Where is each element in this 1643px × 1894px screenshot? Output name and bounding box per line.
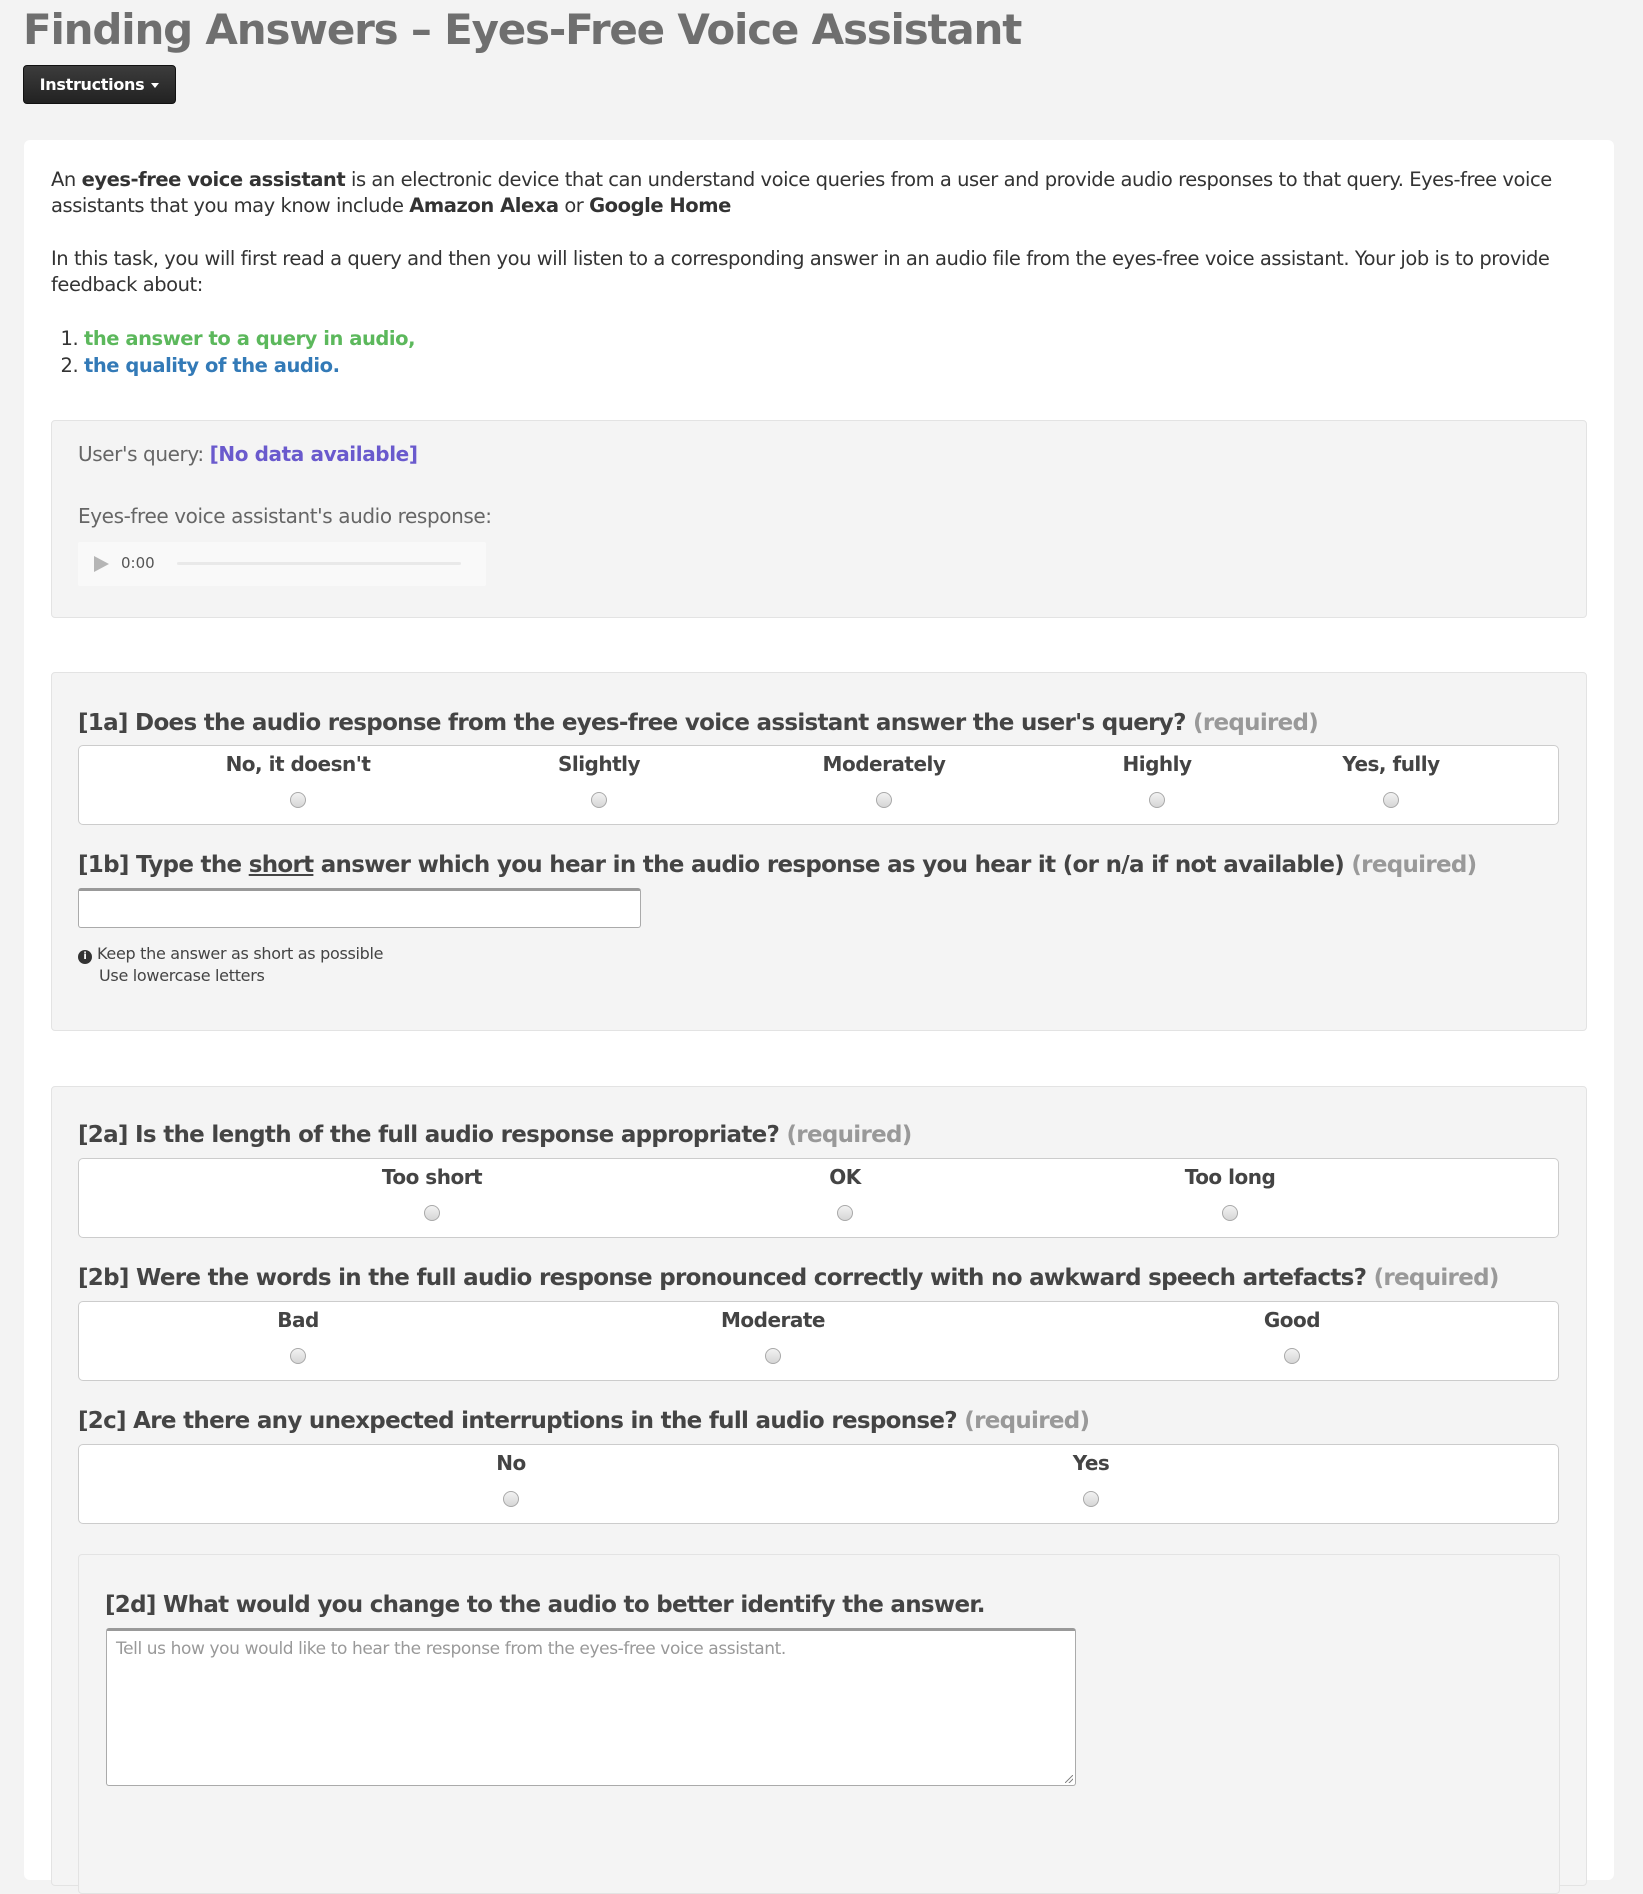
radio-no-it-doesnt[interactable] xyxy=(290,792,306,808)
question-1b-text-post: answer which you hear in the audio respo… xyxy=(313,852,1345,878)
option-slightly[interactable]: Slightly xyxy=(517,746,681,824)
question-2a-text: [2a] Is the length of the full audio res… xyxy=(78,1122,780,1148)
radio-slightly[interactable] xyxy=(591,792,607,808)
page-title: Finding Answers – Eyes-Free Voice Assist… xyxy=(23,5,1022,54)
question-2b-heading: [2b] Were the words in the full audio re… xyxy=(78,1265,1499,1291)
option-highly[interactable]: Highly xyxy=(1087,746,1227,824)
required-label: (required) xyxy=(964,1408,1090,1434)
required-label: (required) xyxy=(1373,1265,1500,1291)
option-label: Yes, fully xyxy=(1342,752,1440,776)
audio-player: 0:00 xyxy=(78,542,486,586)
instructions-dropdown-button[interactable]: Instructions xyxy=(23,65,176,104)
resize-handle-icon[interactable] xyxy=(1065,1775,1073,1783)
short-answer-input[interactable] xyxy=(78,888,641,928)
question-1a-options: No, it doesn't Slightly Moderately Highl… xyxy=(78,745,1559,825)
play-icon[interactable] xyxy=(94,556,109,572)
option-label: Too long xyxy=(1184,1165,1276,1189)
option-good[interactable]: Good xyxy=(1029,1302,1555,1380)
feedback-item-text: the answer to a query in audio, xyxy=(84,327,416,350)
option-moderate[interactable]: Moderate xyxy=(517,1302,1029,1380)
option-label: Good xyxy=(1263,1308,1321,1332)
intro-paragraph-2: In this task, you will first read a quer… xyxy=(51,247,1550,296)
radio-no[interactable] xyxy=(503,1491,519,1507)
option-label: Too short xyxy=(381,1165,483,1189)
radio-moderately[interactable] xyxy=(876,792,892,808)
option-no[interactable]: No xyxy=(79,1445,943,1523)
question-1a-text: [1a] Does the audio response from the ey… xyxy=(78,710,1186,736)
caret-down-icon xyxy=(151,83,160,88)
hint-line: i Keep the answer as short as possible xyxy=(78,943,384,965)
question-2d-heading: [2d] What would you change to the audio … xyxy=(105,1592,985,1618)
intro-paragraph-1: An eyes-free voice assistant is an elect… xyxy=(51,167,1571,219)
question-2a-heading: [2a] Is the length of the full audio res… xyxy=(78,1122,912,1148)
option-label: Moderately xyxy=(822,752,946,776)
option-label: No xyxy=(496,1451,526,1475)
option-too-long[interactable]: Too long xyxy=(905,1159,1555,1237)
radio-yes-fully[interactable] xyxy=(1383,792,1399,808)
audio-time: 0:00 xyxy=(121,554,155,572)
radio-good[interactable] xyxy=(1284,1348,1300,1364)
question-2c-text: [2c] Are there any unexpected interrupti… xyxy=(78,1408,958,1434)
option-yes-fully[interactable]: Yes, fully xyxy=(1227,746,1555,824)
required-label: (required) xyxy=(1351,852,1477,878)
option-label: Bad xyxy=(277,1308,319,1332)
option-label: Highly xyxy=(1122,752,1192,776)
intro-bold-term: Google Home xyxy=(589,194,731,217)
intro-bold-term: Amazon Alexa xyxy=(409,194,559,217)
radio-too-short[interactable] xyxy=(424,1205,440,1221)
radio-yes[interactable] xyxy=(1083,1491,1099,1507)
intro-text-span: An xyxy=(51,168,82,191)
option-bad[interactable]: Bad xyxy=(79,1302,517,1380)
radio-bad[interactable] xyxy=(290,1348,306,1364)
textarea-placeholder: Tell us how you would like to hear the r… xyxy=(116,1639,786,1659)
question-2b-options: Bad Moderate Good xyxy=(78,1301,1559,1381)
required-label: (required) xyxy=(786,1122,913,1148)
question-2c-options: No Yes xyxy=(78,1444,1559,1524)
option-too-short[interactable]: Too short xyxy=(79,1159,785,1237)
audio-response-label: Eyes-free voice assistant's audio respon… xyxy=(78,504,492,528)
feedback-list-item: the answer to a query in audio, xyxy=(84,325,1571,352)
audio-seek-bar[interactable] xyxy=(177,562,461,565)
intro-bold-term: eyes-free voice assistant xyxy=(81,168,346,191)
question-2b-text: [2b] Were the words in the full audio re… xyxy=(78,1265,1367,1291)
short-answer-hints: i Keep the answer as short as possible Us… xyxy=(78,943,384,987)
question-1b-heading: [1b] Type the short answer which you hea… xyxy=(78,852,1477,878)
required-label: (required) xyxy=(1193,710,1319,736)
radio-too-long[interactable] xyxy=(1222,1205,1238,1221)
option-label: No, it doesn't xyxy=(225,752,371,776)
user-query-value: [No data available] xyxy=(209,442,418,466)
question-1b-text-pre: [1b] Type the xyxy=(78,852,249,878)
question-2a-options: Too short OK Too long xyxy=(78,1158,1559,1238)
hint-line: Use lowercase letters xyxy=(99,966,265,985)
user-query-label: User's query: xyxy=(78,442,204,466)
user-query-row: User's query: [No data available] xyxy=(78,442,418,466)
audio-change-textarea[interactable]: Tell us how you would like to hear the r… xyxy=(106,1628,1076,1786)
feedback-list-item: the quality of the audio. xyxy=(84,352,1571,379)
option-ok[interactable]: OK xyxy=(785,1159,905,1237)
intro-text-span: or xyxy=(558,194,590,217)
question-1b-underlined: short xyxy=(248,852,314,878)
option-label: OK xyxy=(829,1165,861,1189)
info-icon: i xyxy=(78,950,92,964)
feedback-item-text: the quality of the audio. xyxy=(84,354,340,377)
question-1a-heading: [1a] Does the audio response from the ey… xyxy=(78,710,1319,736)
hint-text: Keep the answer as short as possible xyxy=(97,944,384,963)
question-2c-heading: [2c] Are there any unexpected interrupti… xyxy=(78,1408,1090,1434)
radio-moderate[interactable] xyxy=(765,1348,781,1364)
feedback-list: the answer to a query in audio, the qual… xyxy=(51,325,1571,379)
option-moderately[interactable]: Moderately xyxy=(681,746,1087,824)
option-no-it-doesnt[interactable]: No, it doesn't xyxy=(79,746,517,824)
intro-text: An eyes-free voice assistant is an elect… xyxy=(51,167,1571,379)
option-label: Yes xyxy=(1072,1451,1110,1475)
option-label: Slightly xyxy=(557,752,641,776)
option-label: Moderate xyxy=(720,1308,826,1332)
instructions-button-label: Instructions xyxy=(39,75,145,94)
option-yes[interactable]: Yes xyxy=(943,1445,1239,1523)
radio-ok[interactable] xyxy=(837,1205,853,1221)
radio-highly[interactable] xyxy=(1149,792,1165,808)
